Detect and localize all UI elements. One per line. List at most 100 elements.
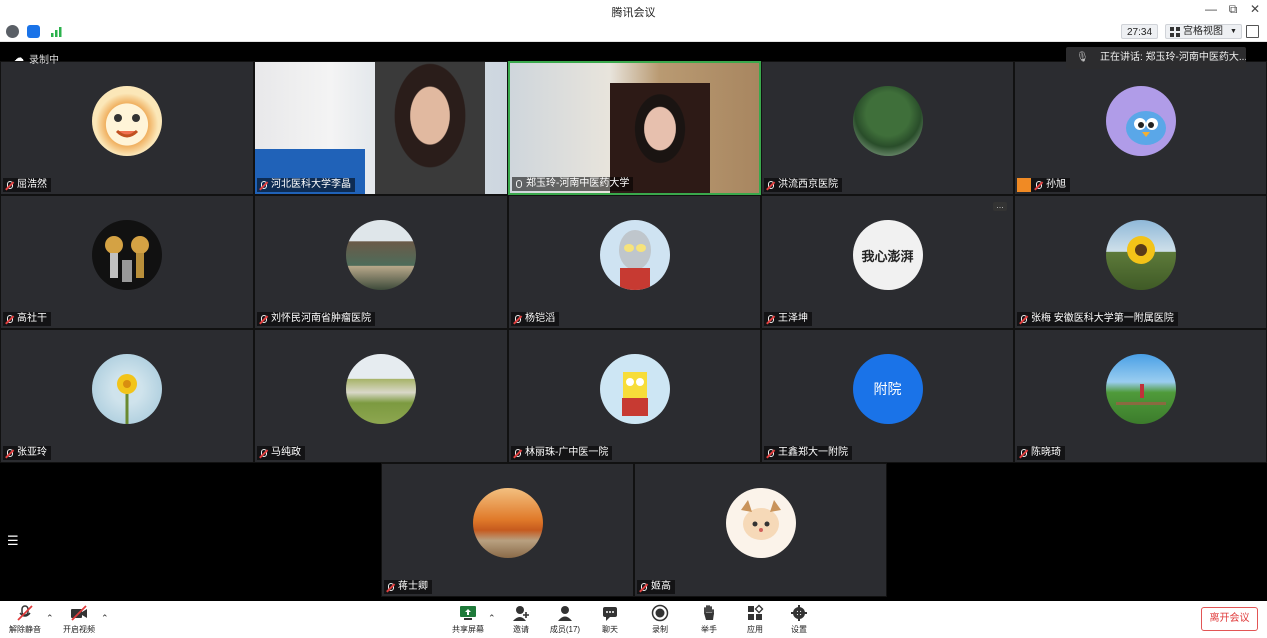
participant-tile[interactable]: 洪流西京医院 — [761, 61, 1014, 195]
avatar — [346, 220, 416, 290]
chevron-up-icon[interactable]: ⌃ — [101, 613, 109, 624]
avatar — [472, 488, 543, 558]
security-shield-icon[interactable] — [27, 25, 40, 38]
mic-muted-icon — [259, 448, 268, 458]
participant-name: 蒋士卿 — [384, 580, 432, 594]
participant-tile[interactable]: 张梅 安徽医科大学第一附属医院 — [1014, 195, 1267, 329]
mic-muted-icon — [5, 448, 14, 458]
participant-tile[interactable]: 孙旭 — [1014, 61, 1267, 195]
raise-hand-button[interactable]: 举手 — [697, 604, 721, 635]
record-button[interactable]: 录制 — [648, 604, 672, 635]
chat-button[interactable]: 聊天 — [598, 604, 622, 635]
participant-name: 洪流西京医院 — [764, 178, 842, 192]
participant-name: 林丽珠-广中医一院 — [511, 446, 613, 460]
avatar — [599, 220, 670, 290]
apps-button[interactable]: 应用 — [743, 604, 767, 635]
mic-muted-icon — [1034, 180, 1043, 190]
add-user-icon — [513, 606, 529, 621]
chevron-up-icon[interactable]: ⌃ — [46, 613, 54, 624]
participant-name: 王鑫郑大一附院 — [764, 446, 852, 460]
mic-muted-icon — [386, 582, 395, 592]
participant-name: 郑玉玲-河南中医药大学 — [512, 177, 634, 191]
participant-name: 刘怀民河南省肿瘤医院 — [257, 312, 375, 326]
participant-name: 河北医科大学李晶 — [257, 178, 355, 192]
mic-muted-icon — [259, 180, 268, 190]
speaking-indicator: 🎙 正在讲话: 郑玉玲-河南中医药大... — [1066, 47, 1246, 69]
record-icon — [651, 604, 669, 622]
participant-name: 姬高 — [637, 580, 675, 594]
chat-icon — [603, 607, 617, 621]
window-title: 腾讯会议 — [611, 7, 656, 19]
mic-muted-icon — [513, 448, 522, 458]
invite-button[interactable]: 邀请 — [508, 604, 534, 635]
camera-off-icon — [71, 605, 87, 621]
fullscreen-icon[interactable] — [1246, 25, 1259, 38]
participant-tile[interactable]: 陈晓琦 — [1014, 329, 1267, 463]
avatar — [92, 220, 162, 290]
avatar: 附院 — [852, 354, 923, 424]
mic-muted-icon — [1019, 314, 1028, 324]
participant-name: 马纯政 — [257, 446, 305, 460]
restore-icon[interactable]: ⧉ — [1225, 2, 1241, 17]
participant-tile[interactable]: … 我心澎湃 王泽坤 — [761, 195, 1014, 329]
participant-name: 屈浩然 — [3, 178, 51, 192]
mic-muted-icon — [766, 448, 775, 458]
participant-name: 孙旭 — [1017, 178, 1070, 192]
video-feed-person — [375, 62, 485, 194]
avatar-text: 附院 — [873, 381, 902, 397]
participant-tile[interactable]: 刘怀民河南省肿瘤医院 — [254, 195, 508, 329]
avatar — [1105, 354, 1176, 424]
participant-tile-active-speaker[interactable]: 郑玉玲-河南中医药大学 — [508, 61, 761, 195]
chevron-up-icon[interactable]: ⌃ — [488, 613, 496, 624]
avatar: 我心澎湃 — [852, 220, 923, 290]
members-icon — [558, 606, 572, 621]
mic-muted-icon — [5, 314, 14, 324]
participant-tile[interactable]: 屈浩然 — [0, 61, 254, 195]
members-button[interactable]: 成员(17) — [549, 604, 581, 635]
avatar — [725, 488, 796, 558]
avatar — [346, 354, 416, 424]
avatar-text: 我心澎湃 — [861, 249, 914, 265]
avatar — [599, 354, 670, 424]
share-screen-button[interactable]: 共享屏幕 — [451, 604, 485, 635]
participant-tile[interactable]: 林丽珠-广中医一院 — [508, 329, 761, 463]
participant-list-toggle-icon[interactable]: ☰ — [7, 533, 19, 549]
minimize-icon[interactable]: — — [1203, 2, 1219, 16]
signal-icon[interactable] — [50, 25, 63, 38]
bottom-toolbar: 解除静音 ⌃ 开启视频 ⌃ 共享屏幕 ⌃ 邀请 成员(17) 聊天 录制 举手 … — [0, 601, 1267, 638]
settings-button[interactable]: 设置 — [787, 604, 811, 635]
mic-muted-icon — [259, 314, 268, 324]
more-options-icon[interactable]: … — [993, 202, 1007, 211]
participant-tile[interactable]: 马纯政 — [254, 329, 508, 463]
view-mode-label: 宫格视图 — [1183, 26, 1223, 37]
participant-tile[interactable]: 附院 王鑫郑大一附院 — [761, 329, 1014, 463]
participant-tile[interactable]: 高社干 — [0, 195, 254, 329]
mic-muted-icon — [17, 605, 33, 621]
close-icon[interactable]: ✕ — [1247, 2, 1263, 16]
host-badge-icon — [1017, 178, 1031, 192]
avatar — [852, 86, 923, 156]
participant-name: 王泽坤 — [764, 312, 812, 326]
cloud-icon: ☁ — [14, 53, 24, 64]
unmute-button[interactable]: 解除静音 — [8, 604, 42, 635]
leave-meeting-button[interactable]: 离开会议 — [1201, 607, 1258, 631]
grid-icon — [1170, 26, 1180, 37]
speaking-text: 正在讲话: 郑玉玲-河南中医药大... — [1100, 52, 1246, 63]
participant-name: 杨铠滔 — [511, 312, 559, 326]
start-video-button[interactable]: 开启视频 — [61, 604, 97, 635]
participant-tile[interactable]: 姬高 — [634, 463, 887, 597]
view-mode-button[interactable]: 宫格视图 ▼ — [1165, 24, 1242, 39]
share-screen-icon — [460, 606, 476, 620]
mic-muted-icon — [639, 582, 648, 592]
title-bar: 腾讯会议 — ⧉ ✕ — [0, 0, 1267, 22]
gear-icon — [791, 605, 807, 621]
participant-tile[interactable]: 杨铠滔 — [508, 195, 761, 329]
participant-tile[interactable]: 河北医科大学李晶 — [254, 61, 508, 195]
participant-tile[interactable]: 张亚玲 — [0, 329, 254, 463]
info-icon[interactable] — [6, 25, 19, 38]
avatar — [92, 86, 162, 156]
participant-tile[interactable]: 蒋士卿 — [381, 463, 634, 597]
recording-indicator: ☁ 录制中 — [14, 51, 59, 66]
participant-name: 高社干 — [3, 312, 51, 326]
participant-name: 张亚玲 — [3, 446, 51, 460]
